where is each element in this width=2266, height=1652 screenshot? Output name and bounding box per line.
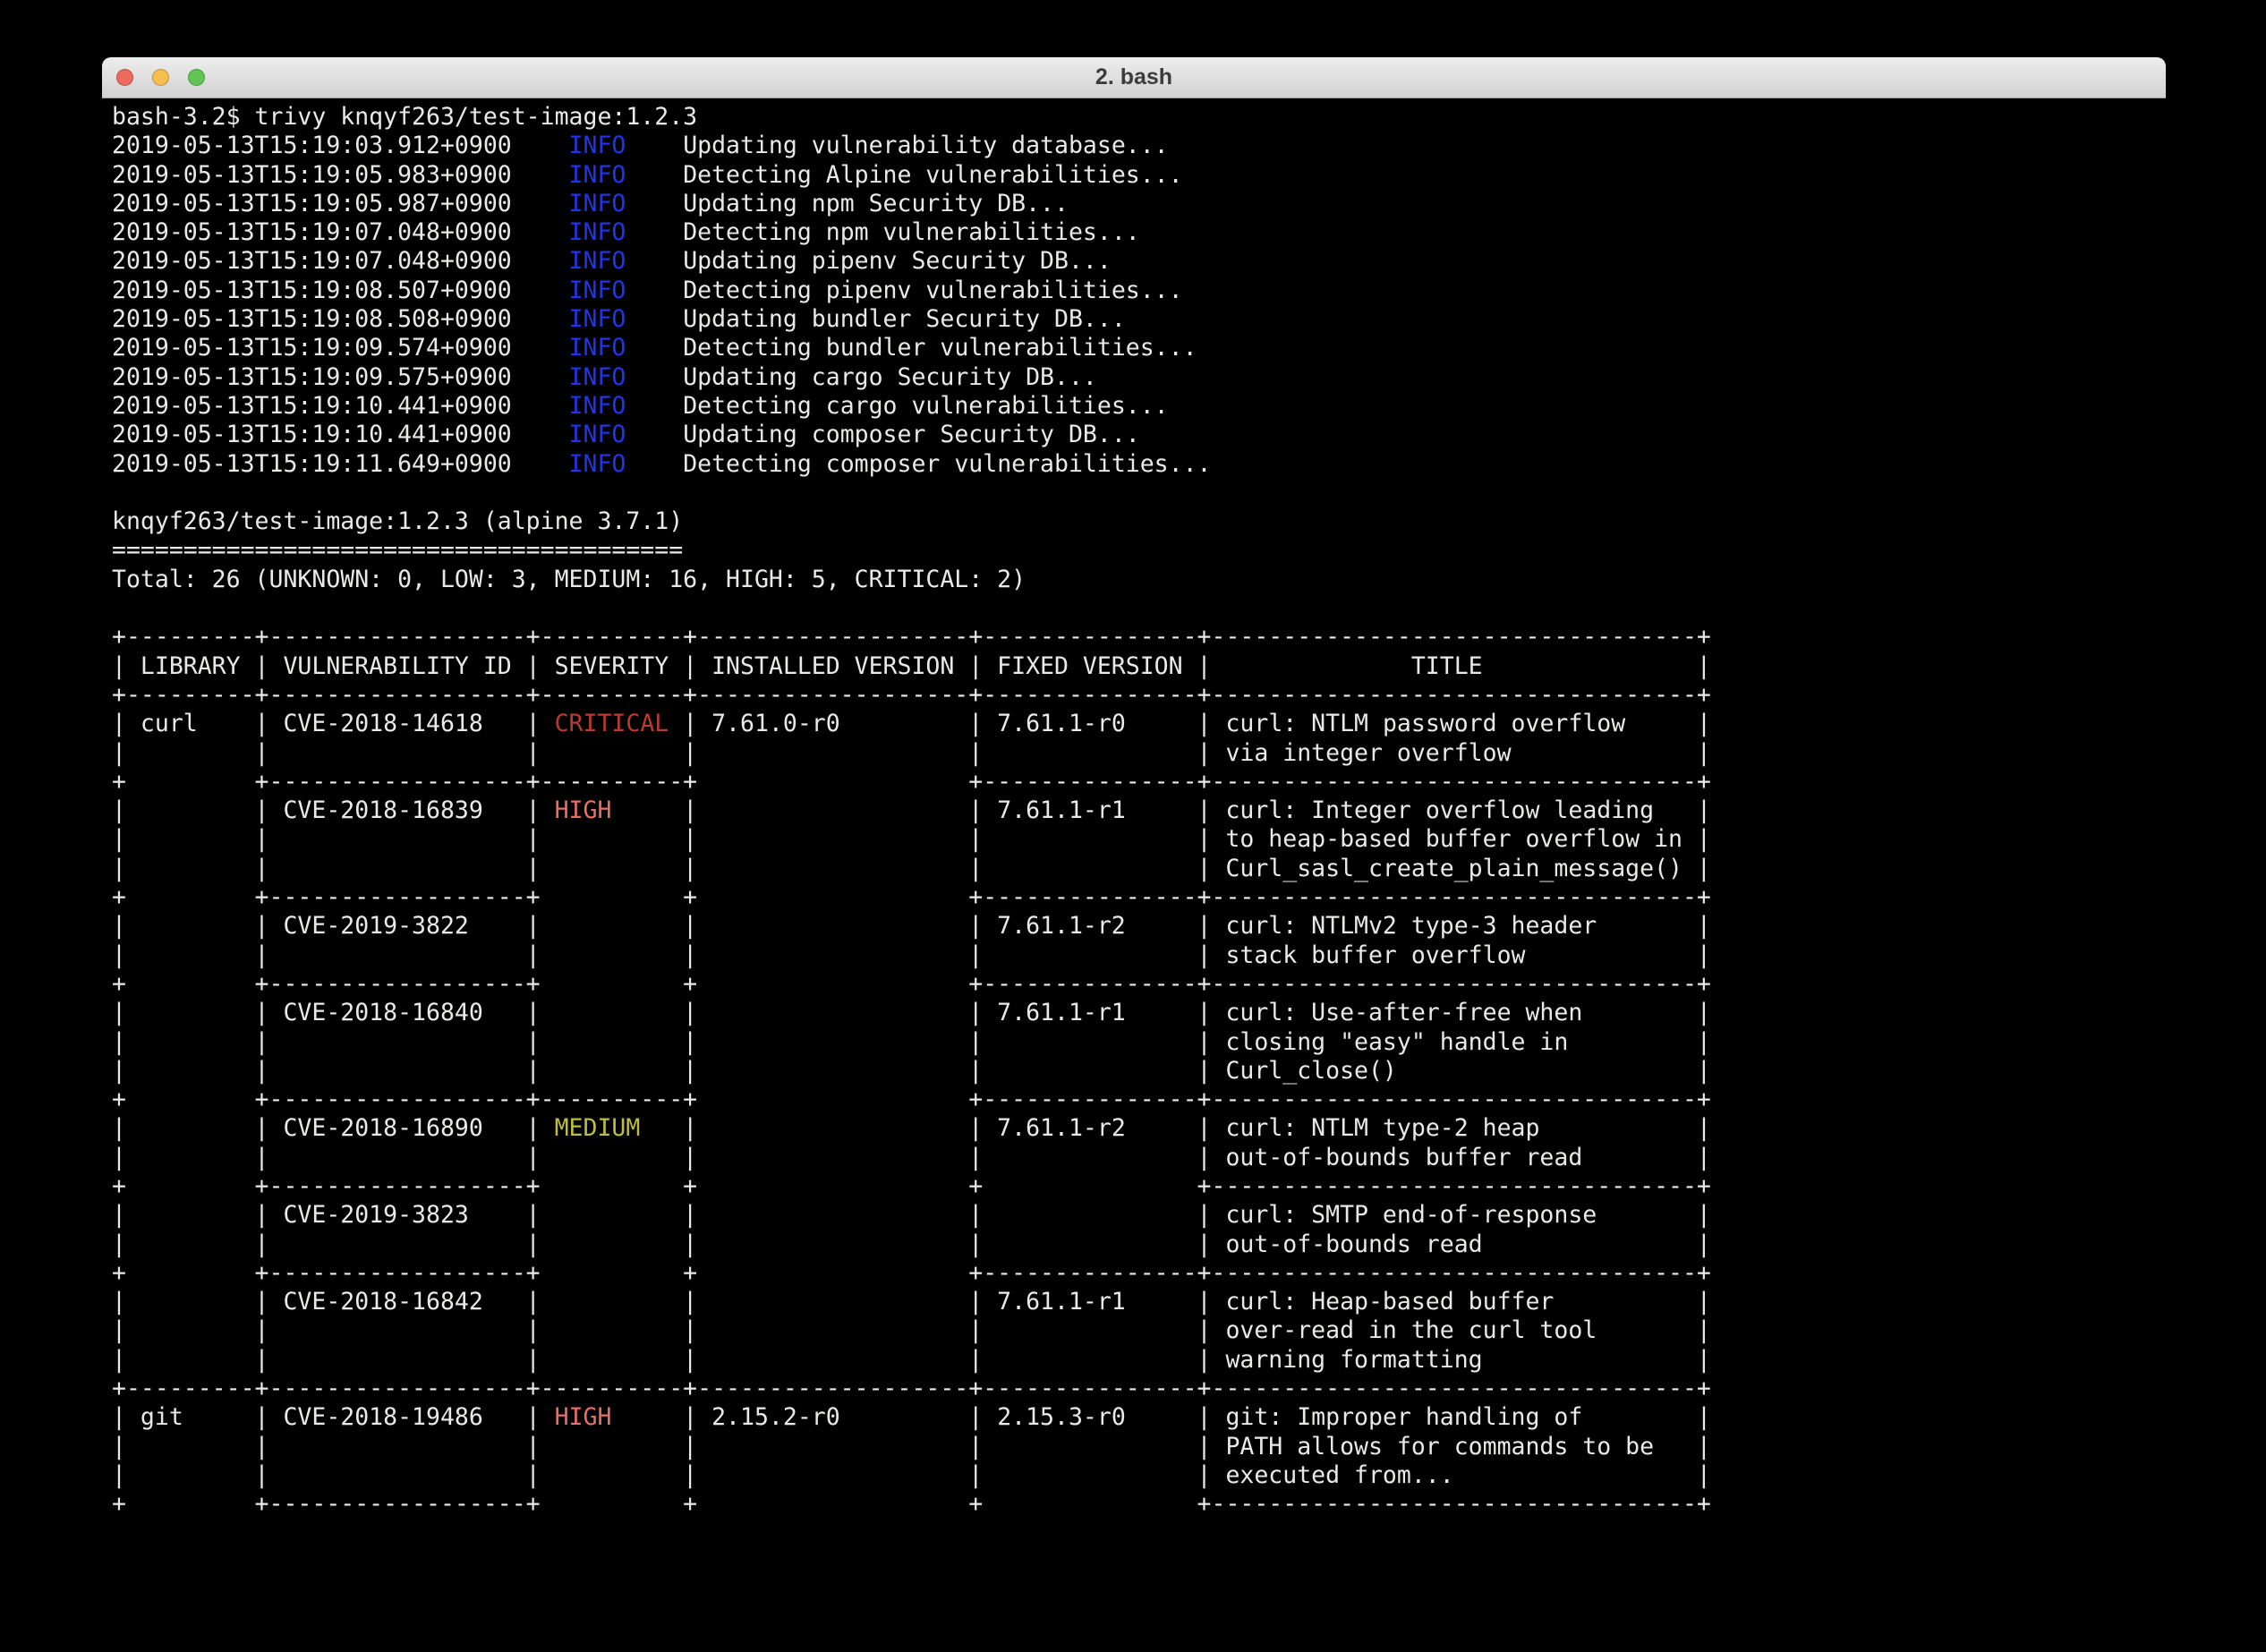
terminal-line: | | | | | | out-of-bounds buffer read |	[112, 1144, 2166, 1172]
terminal-line: 2019-05-13T15:19:10.441+0900 INFO Updati…	[112, 421, 2166, 449]
terminal-line: 2019-05-13T15:19:03.912+0900 INFO Updati…	[112, 132, 2166, 160]
terminal-line: | LIBRARY | VULNERABILITY ID | SEVERITY …	[112, 652, 2166, 681]
terminal-line: | | | | | | executed from... |	[112, 1461, 2166, 1490]
terminal-line: 2019-05-13T15:19:08.508+0900 INFO Updati…	[112, 305, 2166, 334]
terminal-line: +---------+------------------+----------…	[112, 681, 2166, 710]
terminal-line: | | CVE-2018-16890 | MEDIUM | | 7.61.1-r…	[112, 1114, 2166, 1143]
terminal-line: | | CVE-2019-3822 | | | 7.61.1-r2 | curl…	[112, 912, 2166, 941]
terminal-line: | | CVE-2018-16840 | | | 7.61.1-r1 | cur…	[112, 999, 2166, 1027]
terminal-line: + +------------------+----------+ +-----…	[112, 1086, 2166, 1114]
terminal-line: 2019-05-13T15:19:07.048+0900 INFO Updati…	[112, 247, 2166, 276]
terminal-line: | | | | | | PATH allows for commands to …	[112, 1433, 2166, 1461]
terminal-line	[112, 479, 2166, 507]
terminal-line: knqyf263/test-image:1.2.3 (alpine 3.7.1)	[112, 507, 2166, 536]
terminal-line: | | CVE-2019-3823 | | | | curl: SMTP end…	[112, 1201, 2166, 1230]
terminal-line: | | | | | | to heap-based buffer overflo…	[112, 825, 2166, 854]
close-button[interactable]	[116, 69, 133, 86]
terminal-line: 2019-05-13T15:19:11.649+0900 INFO Detect…	[112, 450, 2166, 479]
terminal-line: | curl | CVE-2018-14618 | CRITICAL | 7.6…	[112, 710, 2166, 738]
terminal-line: | | | | | | stack buffer overflow |	[112, 941, 2166, 970]
terminal-line: + +------------------+ + +--------------…	[112, 1259, 2166, 1288]
terminal-line: 2019-05-13T15:19:08.507+0900 INFO Detect…	[112, 277, 2166, 305]
terminal-line: ========================================	[112, 536, 2166, 565]
terminal-line: 2019-05-13T15:19:07.048+0900 INFO Detect…	[112, 218, 2166, 247]
terminal-line: | | | | | | via integer overflow |	[112, 739, 2166, 768]
zoom-button[interactable]	[188, 69, 205, 86]
titlebar[interactable]: 2. bash	[102, 57, 2166, 98]
terminal-line: + +------------------+ + +--------------…	[112, 970, 2166, 999]
window-title: 2. bash	[1095, 64, 1172, 90]
terminal-line: 2019-05-13T15:19:05.987+0900 INFO Updati…	[112, 190, 2166, 218]
terminal-line: 2019-05-13T15:19:10.441+0900 INFO Detect…	[112, 392, 2166, 421]
terminal-screen[interactable]: bash-3.2$ trivy knqyf263/test-image:1.2.…	[102, 98, 2166, 1520]
terminal-line	[112, 594, 2166, 623]
terminal-line: 2019-05-13T15:19:05.983+0900 INFO Detect…	[112, 161, 2166, 190]
desktop-background: 2. bash bash-3.2$ trivy knqyf263/test-im…	[0, 0, 2266, 1652]
terminal-line: +---------+------------------+----------…	[112, 623, 2166, 651]
terminal-line: | git | CVE-2018-19486 | HIGH | 2.15.2-r…	[112, 1403, 2166, 1432]
minimize-button[interactable]	[152, 69, 169, 86]
terminal-line: | | | | | | Curl_sasl_create_plain_messa…	[112, 855, 2166, 883]
terminal-line: bash-3.2$ trivy knqyf263/test-image:1.2.…	[112, 103, 2166, 132]
terminal-line: | | | | | | Curl_close() |	[112, 1057, 2166, 1086]
terminal-line: + +------------------+ + +--------------…	[112, 883, 2166, 912]
terminal-line: | | | | | | over-read in the curl tool |	[112, 1316, 2166, 1345]
terminal-line: | | CVE-2018-16842 | | | 7.61.1-r1 | cur…	[112, 1288, 2166, 1316]
terminal-line: | | | | | | warning formatting |	[112, 1346, 2166, 1375]
terminal-line: | | | | | | out-of-bounds read |	[112, 1230, 2166, 1259]
traffic-lights	[116, 57, 205, 98]
terminal-line: Total: 26 (UNKNOWN: 0, LOW: 3, MEDIUM: 1…	[112, 566, 2166, 594]
terminal-line: 2019-05-13T15:19:09.574+0900 INFO Detect…	[112, 334, 2166, 362]
terminal-line: +---------+------------------+----------…	[112, 1375, 2166, 1403]
terminal-line: + +------------------+ + + +------------…	[112, 1490, 2166, 1519]
terminal-window: 2. bash bash-3.2$ trivy knqyf263/test-im…	[102, 57, 2166, 1620]
terminal-line: 2019-05-13T15:19:09.575+0900 INFO Updati…	[112, 363, 2166, 392]
terminal-line: + +------------------+ + + +------------…	[112, 1172, 2166, 1201]
terminal-line: + +------------------+----------+ +-----…	[112, 768, 2166, 796]
terminal-line: | | | | | | closing "easy" handle in |	[112, 1028, 2166, 1057]
terminal-line: | | CVE-2018-16839 | HIGH | | 7.61.1-r1 …	[112, 796, 2166, 825]
